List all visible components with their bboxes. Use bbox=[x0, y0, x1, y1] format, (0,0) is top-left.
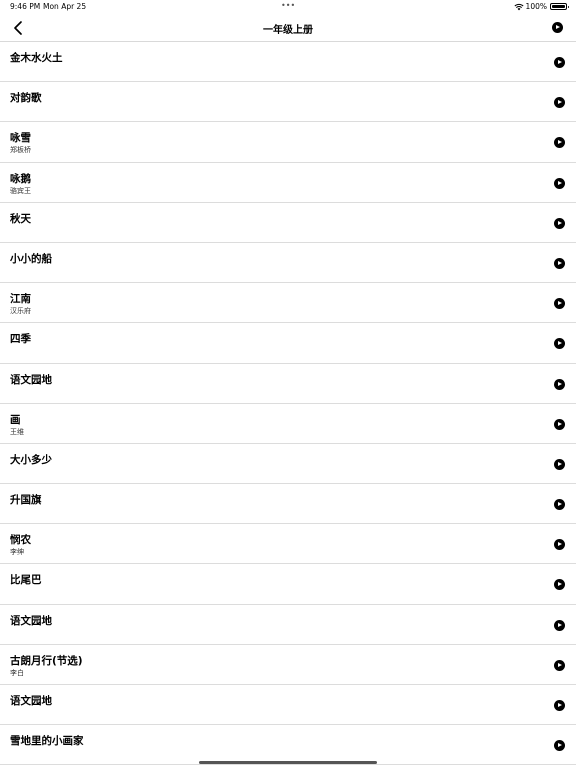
play-button[interactable] bbox=[554, 298, 565, 310]
poem-author: 李绅 bbox=[10, 548, 24, 557]
play-icon[interactable] bbox=[554, 700, 565, 711]
poem-row[interactable]: 雪地里的小画家 bbox=[0, 725, 576, 766]
home-indicator[interactable] bbox=[199, 761, 377, 764]
poem-row[interactable]: 咏鹅 骆宾王 bbox=[0, 163, 576, 203]
poem-row[interactable]: 大小多少 bbox=[0, 444, 576, 485]
poem-row[interactable]: 金木水火土 bbox=[0, 42, 576, 83]
poem-author: 王维 bbox=[10, 427, 24, 436]
play-icon[interactable] bbox=[552, 22, 563, 33]
play-button[interactable] bbox=[554, 177, 565, 189]
play-icon[interactable] bbox=[554, 57, 565, 68]
poem-row[interactable]: 对韵歌 bbox=[0, 82, 576, 123]
play-icon[interactable] bbox=[554, 539, 565, 551]
play-icon[interactable] bbox=[554, 137, 565, 149]
poem-row[interactable]: 古朗月行(节选) 李白 bbox=[0, 645, 576, 685]
play-icon[interactable] bbox=[554, 740, 565, 752]
play-button[interactable] bbox=[554, 137, 565, 149]
play-icon[interactable] bbox=[554, 257, 565, 269]
play-icon[interactable] bbox=[554, 579, 565, 591]
status-date: Mon Apr 25 bbox=[43, 2, 87, 11]
wifi-icon bbox=[514, 3, 524, 10]
poem-row[interactable]: 悯农 李绅 bbox=[0, 524, 576, 565]
play-button[interactable] bbox=[554, 97, 565, 109]
play-icon[interactable] bbox=[554, 458, 565, 470]
poem-title: 悯农 bbox=[10, 534, 31, 547]
play-icon[interactable] bbox=[554, 298, 565, 310]
poem-title: 四季 bbox=[10, 333, 31, 346]
poem-row[interactable]: 江南 汉乐府 bbox=[0, 283, 576, 324]
play-icon[interactable] bbox=[554, 619, 565, 631]
poem-title: 咏鹅 bbox=[10, 172, 31, 185]
play-button[interactable] bbox=[554, 579, 565, 591]
poem-title: 语文园地 bbox=[10, 614, 52, 627]
play-button[interactable] bbox=[554, 740, 565, 752]
poem-title: 金木水火土 bbox=[10, 52, 63, 64]
poem-title: 江南 bbox=[10, 293, 31, 306]
poem-title: 咏雪 bbox=[10, 132, 31, 145]
play-icon[interactable] bbox=[554, 499, 565, 511]
play-button[interactable] bbox=[554, 499, 565, 511]
page-title: 一年级上册 bbox=[263, 25, 313, 36]
play-button[interactable] bbox=[554, 57, 565, 68]
play-button[interactable] bbox=[554, 378, 565, 390]
poem-list: 金木水火土 对韵歌 咏雪 郑板桥 咏鹅 骆宾王 秋天 小小的船 江南 汉乐府 四季 语文园地画王维 大小… bbox=[0, 42, 576, 766]
play-button[interactable] bbox=[554, 418, 565, 430]
poem-row[interactable]: 语文园地 bbox=[0, 364, 576, 404]
multitasking-dots[interactable]: ••• bbox=[281, 1, 295, 10]
play-icon[interactable] bbox=[554, 659, 565, 671]
play-icon[interactable] bbox=[554, 97, 565, 109]
status-time: 9:46 PM bbox=[10, 2, 41, 11]
poem-title: 小小的船 bbox=[10, 252, 52, 265]
poem-row[interactable]: 比尾巴 bbox=[0, 564, 576, 605]
poem-title: 古朗月行(节选) bbox=[10, 654, 83, 667]
poem-title: 大小多少 bbox=[10, 453, 52, 466]
poem-row[interactable]: 咏雪 郑板桥 bbox=[0, 122, 576, 163]
status-bar: 9:46 PM Mon Apr 25 ••• 100% bbox=[0, 0, 576, 14]
navigation-bar: 一年级上册 bbox=[0, 14, 576, 42]
play-button[interactable] bbox=[554, 539, 565, 551]
play-icon[interactable] bbox=[554, 338, 565, 350]
poem-row[interactable]: 语文园地 bbox=[0, 605, 576, 645]
play-icon[interactable] bbox=[554, 378, 565, 390]
play-button[interactable] bbox=[554, 700, 565, 711]
poem-title: 画 bbox=[10, 413, 21, 426]
play-button[interactable] bbox=[554, 217, 565, 229]
poem-row[interactable]: 四季 bbox=[0, 323, 576, 364]
poem-title: 语文园地 bbox=[10, 373, 52, 386]
poem-row[interactable]: 画王维 bbox=[0, 404, 576, 444]
poem-title: 升国旗 bbox=[10, 494, 42, 507]
status-right: 100% bbox=[514, 2, 569, 11]
play-button[interactable] bbox=[554, 659, 565, 671]
play-icon[interactable] bbox=[554, 177, 565, 189]
poem-author: 汉乐府 bbox=[10, 307, 31, 316]
poem-title: 比尾巴 bbox=[10, 574, 42, 587]
poem-title: 语文园地 bbox=[10, 695, 52, 707]
play-button[interactable] bbox=[554, 338, 565, 350]
poem-row[interactable]: 升国旗 bbox=[0, 484, 576, 525]
poem-author: 郑板桥 bbox=[10, 146, 31, 155]
play-button[interactable] bbox=[554, 458, 565, 470]
battery-percentage: 100% bbox=[525, 2, 547, 11]
poem-row[interactable]: 小小的船 bbox=[0, 243, 576, 284]
poem-title: 对韵歌 bbox=[10, 92, 42, 105]
poem-title: 秋天 bbox=[10, 212, 31, 225]
poem-row[interactable]: 秋天 bbox=[0, 203, 576, 243]
play-icon[interactable] bbox=[554, 217, 565, 229]
poem-author: 骆宾王 bbox=[10, 186, 31, 195]
battery-icon bbox=[550, 3, 569, 10]
play-button[interactable] bbox=[554, 257, 565, 269]
play-button[interactable] bbox=[554, 619, 565, 631]
poem-row[interactable]: 语文园地 bbox=[0, 685, 576, 726]
play-icon[interactable] bbox=[554, 418, 565, 430]
poem-title: 雪地里的小画家 bbox=[10, 735, 84, 748]
play-all-button[interactable] bbox=[552, 22, 563, 33]
poem-author: 李白 bbox=[10, 668, 24, 677]
